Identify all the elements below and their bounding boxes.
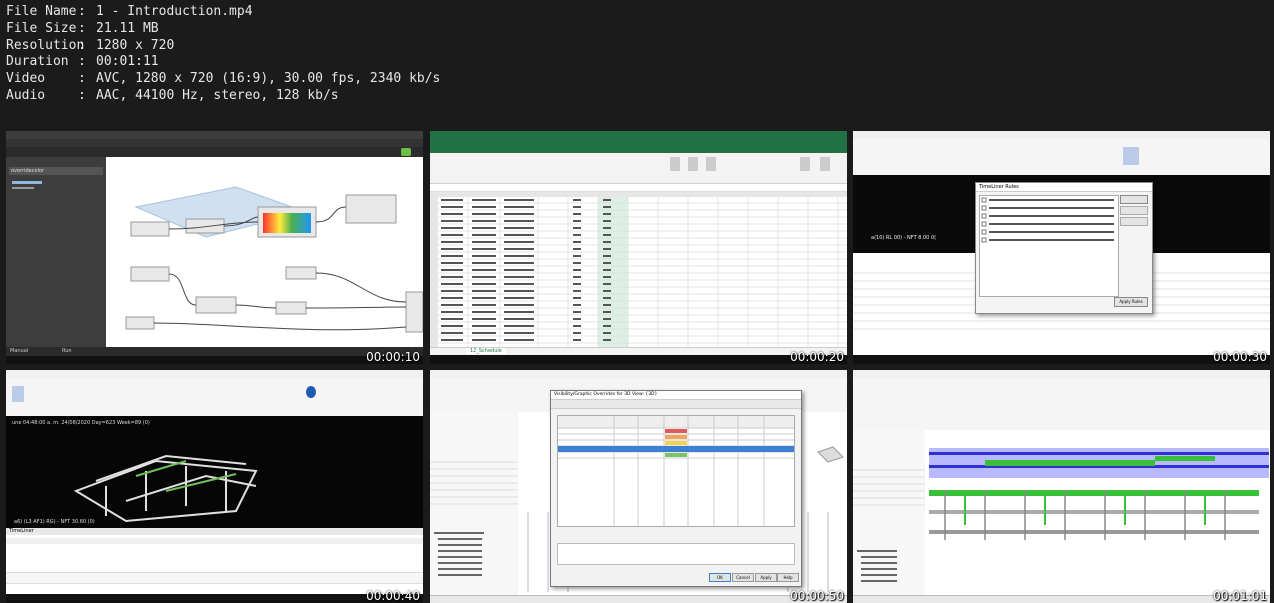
cloud-icon[interactable] [401, 148, 411, 156]
ribbon[interactable] [430, 153, 847, 184]
visibility-graphics-dialog[interactable]: Visibility/Graphic Overrides for 3D View… [550, 390, 802, 587]
node-code-block[interactable] [185, 218, 225, 234]
dialog-title: TimeLiner Rules [976, 183, 1152, 192]
menu-bar [6, 139, 423, 147]
rule-rows [981, 197, 1114, 243]
ok-button[interactable]: OK [709, 573, 731, 582]
ribbon-tabs [430, 143, 847, 153]
node-code-block-4[interactable] [125, 316, 155, 330]
windows-taskbar [853, 355, 1270, 364]
viewport-label: a(10) RL 00) - NFT 8.00 0( [871, 235, 937, 241]
timestamp: 00:00:10 [366, 350, 420, 364]
node-edge[interactable] [405, 291, 423, 333]
sort-filter-icon[interactable] [800, 157, 810, 171]
meta-row-duration: Duration:00:01:11 [6, 54, 159, 70]
file-metadata: File Name:1 - Introduction.mp4 File Size… [6, 4, 440, 105]
status-bar [853, 595, 1270, 603]
dialog-tabs[interactable] [551, 400, 801, 409]
meta-row-file-name: File Name:1 - Introduction.mp4 [6, 4, 253, 19]
thumbnail-navisworks-rules[interactable]: a(10) RL 00) - NFT 8.00 0( TimeLiner Rul… [853, 131, 1270, 364]
help-button[interactable]: Help [777, 573, 799, 582]
dialog-title: Visibility/Graphic Overrides for 3D View… [551, 391, 801, 400]
sheet-tab[interactable]: 12_Schedule [466, 348, 506, 354]
properties-panel[interactable] [853, 430, 926, 595]
apply-rules-button[interactable]: Apply Rules [1114, 297, 1148, 307]
thumbnail-dynamo[interactable]: overridecolor Manual Run 00:00:10 [6, 131, 423, 364]
search-result[interactable] [12, 181, 42, 184]
windows-taskbar [430, 355, 847, 364]
timestamp: 00:00:30 [1213, 350, 1267, 364]
formula-bar[interactable] [430, 184, 847, 192]
conditional-format-icon[interactable] [670, 157, 680, 171]
table-header [6, 572, 423, 584]
meta-row-file-size: File Size:21.11 MB [6, 20, 159, 36]
filters-grid [558, 416, 794, 526]
timestamp: 00:00:20 [790, 350, 844, 364]
meta-row-video: Video: AVC, 1280 x 720 (16:9), 30.00 fps,… [6, 71, 441, 87]
format-table-icon[interactable] [688, 157, 698, 171]
meta-row-audio: Audio: AAC, 44100 Hz, stereo, 128 kb/s [6, 87, 339, 103]
run-button[interactable]: Run [62, 348, 72, 354]
cell-grid[interactable] [438, 197, 847, 347]
node-list-create[interactable] [130, 221, 170, 237]
toolbar [6, 147, 423, 157]
title-bar [6, 131, 423, 139]
properties-panel[interactable] [430, 412, 519, 595]
timeliner-rules-dialog[interactable]: TimeLiner Rules Apply Rules [975, 182, 1153, 314]
windows-taskbar [6, 594, 423, 603]
timeliner-panel[interactable]: TimeLiner [6, 528, 423, 603]
windows-taskbar [6, 356, 423, 364]
node-code-block-3[interactable] [275, 301, 307, 315]
building-model [73, 454, 258, 523]
viewport-label: a6) (L3 AF1) RG) - NFT 30.60 (0) [14, 519, 95, 525]
new-button[interactable] [1120, 195, 1148, 204]
ribbon[interactable] [853, 378, 1270, 431]
properties-rows [430, 461, 518, 576]
thumbnail-excel[interactable]: 12_Schedule 00:00:20 [430, 131, 847, 364]
run-mode[interactable]: Manual [10, 348, 28, 354]
meta-row-resolution: Resolution:1280 x 720 [6, 37, 175, 53]
thumbnail-revit-model[interactable]: 00:01:01 [853, 370, 1270, 603]
row-headers [430, 197, 438, 347]
filter-note [557, 543, 795, 565]
search-input[interactable]: overridecolor [9, 167, 103, 175]
selected-column [598, 197, 628, 347]
thumbnail-navisworks-simulate[interactable]: une 04:48:00 a. m. 24/08/2020 Day=623 We… [6, 370, 423, 603]
graph-canvas[interactable] [106, 157, 423, 347]
colored-structure [929, 448, 1269, 540]
properties-rows [853, 469, 925, 582]
cell-styles-icon[interactable] [706, 157, 716, 171]
find-select-icon[interactable] [820, 157, 830, 171]
node-override-color[interactable] [345, 194, 397, 224]
3d-viewport[interactable] [925, 430, 1270, 595]
panel-title: TimeLiner [6, 528, 423, 535]
node-list-getitem[interactable] [195, 296, 237, 314]
filters-table[interactable] [557, 415, 795, 527]
ribbon[interactable] [853, 139, 1270, 176]
rules-list[interactable] [979, 195, 1119, 297]
timeliner-icon[interactable] [1123, 147, 1139, 165]
node-graph[interactable] [106, 157, 423, 347]
node-code-block-2[interactable] [285, 266, 317, 280]
panel-tabs[interactable] [6, 538, 423, 544]
3d-viewport[interactable]: une 04:48:00 a. m. 24/08/2020 Day=623 We… [6, 416, 423, 528]
library-panel: overridecolor [6, 157, 106, 347]
view-cube[interactable] [817, 446, 844, 463]
viewport-date-overlay: une 04:48:00 a. m. 24/08/2020 Day=623 We… [12, 420, 150, 426]
apply-button[interactable]: Apply [755, 573, 777, 582]
cancel-button[interactable]: Cancel [732, 573, 754, 582]
delete-button[interactable] [1120, 217, 1148, 226]
navigation-icon[interactable] [12, 386, 24, 402]
thumbnail-revit-vg[interactable]: Visibility/Graphic Overrides for 3D View… [430, 370, 847, 603]
cell-values [441, 199, 611, 341]
title-bar [430, 131, 847, 143]
node-list-create-2[interactable] [130, 266, 170, 282]
status-bar [430, 595, 847, 603]
edit-button[interactable] [1120, 206, 1148, 215]
color-gradient [263, 213, 311, 233]
search-result-category [12, 187, 34, 189]
help-icon[interactable] [306, 386, 316, 398]
ribbon[interactable] [6, 378, 423, 417]
